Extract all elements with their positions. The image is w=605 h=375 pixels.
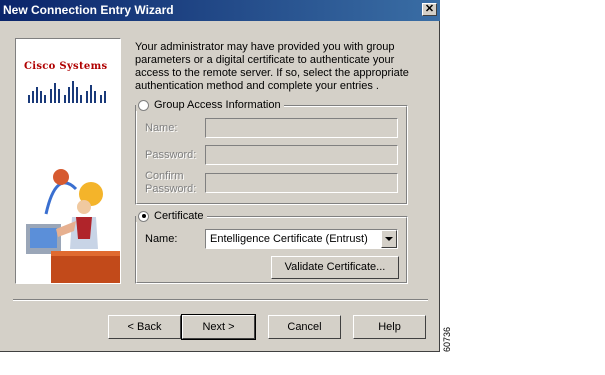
group-access-radio[interactable]: Group Access Information [136, 99, 284, 111]
cancel-button[interactable]: Cancel [268, 315, 341, 339]
figure-id: 60736 [442, 326, 452, 352]
certificate-select[interactable]: Entelligence Certificate (Entrust) [205, 229, 398, 249]
group-password-field[interactable] [205, 145, 398, 165]
certificate-name-label: Name: [145, 233, 178, 245]
group-access-label: Group Access Information [154, 99, 281, 111]
group-password-label: Password: [145, 149, 197, 161]
title-bar[interactable]: New Connection Entry Wizard ✕ [0, 0, 440, 21]
banner-illustration [26, 81, 120, 283]
certificate-radio-icon[interactable] [138, 210, 149, 222]
button-separator [13, 299, 428, 301]
certificate-label: Certificate [154, 210, 204, 222]
wizard-banner-image: Cisco Systems [15, 38, 121, 284]
group-name-field[interactable] [205, 118, 398, 138]
intro-text: Your administrator may have provided you… [135, 41, 409, 92]
wizard-window: New Connection Entry Wizard ✕ Cisco Syst… [0, 0, 440, 352]
next-button[interactable]: Next > [181, 314, 256, 340]
window-title: New Connection Entry Wizard [3, 3, 174, 17]
group-access-radio-icon[interactable] [138, 99, 149, 111]
cisco-logo-bars-icon [28, 81, 106, 103]
group-name-label: Name: [145, 122, 178, 134]
back-button[interactable]: < Back [108, 315, 181, 339]
help-button[interactable]: Help [353, 315, 426, 339]
close-button[interactable]: ✕ [422, 3, 437, 16]
confirm-label-line2: Password: [145, 183, 197, 195]
certificate-radio[interactable]: Certificate [136, 210, 207, 222]
chevron-down-icon[interactable] [381, 230, 397, 248]
certificate-select-value: Entelligence Certificate (Entrust) [210, 233, 368, 245]
validate-certificate-button[interactable]: Validate Certificate... [271, 256, 399, 279]
close-icon: ✕ [424, 3, 435, 15]
confirm-password-field[interactable] [205, 173, 398, 193]
confirm-label-line1: Confirm [145, 170, 184, 182]
